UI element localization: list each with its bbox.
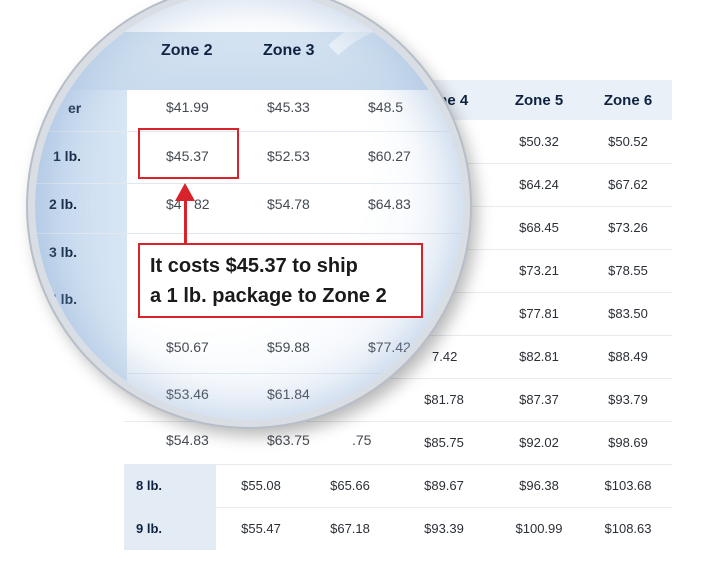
zone-5-header: Zone 5 [494, 80, 584, 120]
cell: $87.37 [519, 392, 559, 407]
cell: $55.08 [241, 478, 281, 493]
cell: $100.99 [515, 521, 563, 536]
cell: $96.38 [519, 478, 559, 493]
cell: $82.81 [519, 349, 559, 364]
row-label: lb. [61, 339, 78, 355]
cell: $83.50 [608, 306, 648, 321]
cell: $89.67 [424, 478, 464, 493]
cell: $92.02 [519, 435, 559, 450]
callout-box: It costs $45.37 to ship a 1 lb. package … [138, 243, 423, 318]
cell: $63.75 [267, 432, 310, 448]
cell: $67.18 [330, 521, 370, 536]
cell: $64.24 [519, 177, 559, 192]
cell: $50.32 [519, 134, 559, 149]
table-row: 9 lb. $55.47 $67.18 $93.39 $100.99 $108.… [124, 507, 672, 550]
cell: $85.75 [424, 435, 464, 450]
table-row: 8 lb. $55.08 $65.66 $89.67 $96.38 $103.6… [124, 464, 672, 508]
cell: $73.21 [519, 263, 559, 278]
cell: $93.79 [608, 392, 648, 407]
cell: $65.66 [330, 478, 370, 493]
magnifier-lens: Zone 2 Zone 3 er 1 lb. 2 lb. 3 lb. 4 lb.… [35, 0, 463, 420]
cell: $81 [368, 386, 392, 402]
cell: $73.26 [608, 220, 648, 235]
cell: $54.83 [166, 432, 209, 448]
zone-6-header: Zone 6 [584, 80, 672, 120]
cell: $50.52 [608, 134, 648, 149]
callout-line-1: It costs $45.37 to ship [150, 255, 358, 277]
callout-line-2: a 1 lb. package to Zone 2 [150, 285, 387, 307]
cell: $93.39 [424, 521, 464, 536]
lens-edge-shade [35, 0, 463, 420]
cell: $108.63 [604, 521, 652, 536]
cell: $68.45 [519, 220, 559, 235]
cell: $67.62 [608, 177, 648, 192]
cell: $103.68 [604, 478, 652, 493]
row-label: 9 lb. [124, 507, 216, 550]
cell: $55.47 [241, 521, 281, 536]
cell: $77.81 [519, 306, 559, 321]
cell: $78.55 [608, 263, 648, 278]
cell: $98.69 [608, 435, 648, 450]
row-label: 8 lb. [124, 464, 216, 507]
cell: $88.49 [608, 349, 648, 364]
cell: .75 [352, 432, 372, 448]
arrow-shaft [184, 199, 187, 244]
highlight-box [138, 128, 239, 179]
